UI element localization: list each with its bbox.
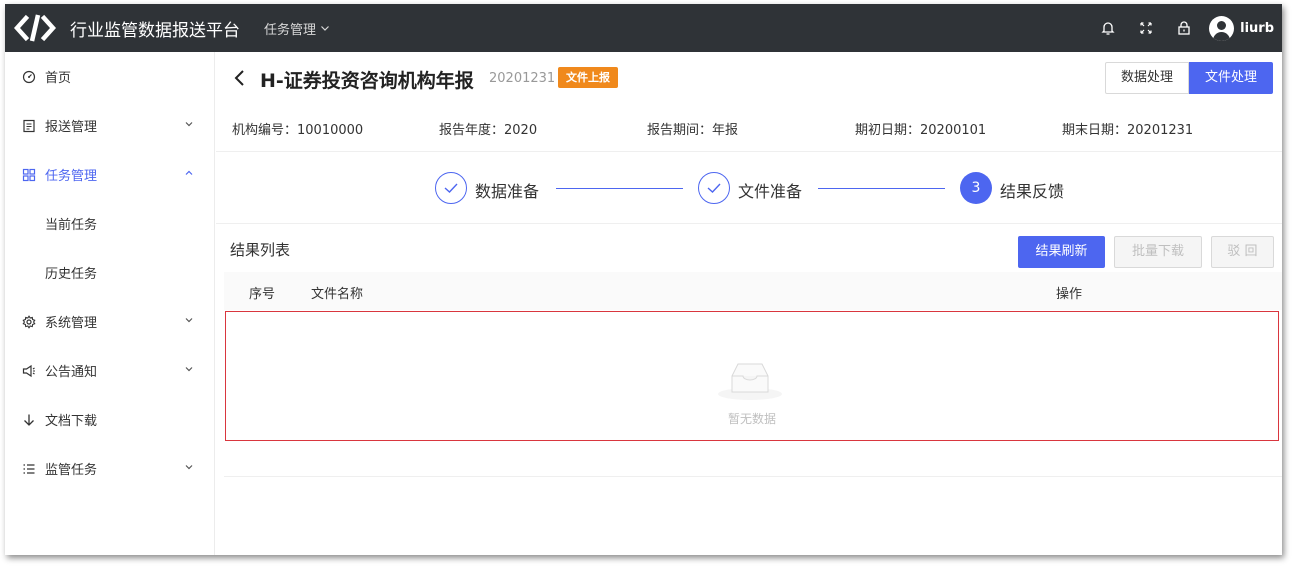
step-number-current: 3 (960, 172, 992, 204)
username: liurb (1240, 20, 1274, 36)
step-connector (556, 188, 683, 189)
empty-inbox-icon (717, 356, 783, 402)
app-title: 行业监管数据报送平台 (70, 20, 240, 41)
status-badge: 文件上报 (558, 67, 618, 88)
top-right-tools: liurb (1089, 4, 1274, 52)
top-menu-label: 任务管理 (264, 22, 317, 38)
processing-toggle: 数据处理 文件处理 (1104, 62, 1273, 94)
page-title: H-证券投资咨询机构年报 (260, 70, 474, 92)
sidebar-item-home[interactable]: 首页 (5, 52, 214, 101)
report-year: 报告年度：2020 (439, 123, 538, 138)
sidebar-item-label: 历史任务 (45, 267, 98, 282)
report-icon (21, 118, 37, 134)
chevron-down-icon (185, 122, 193, 127)
avatar (1209, 15, 1235, 41)
org-code: 机构编号：10010000 (232, 123, 364, 138)
chevron-down-icon (185, 465, 193, 470)
end-date: 期末日期：20201231 (1062, 123, 1194, 138)
step-label-result-feedback: 结果反馈 (1000, 182, 1065, 201)
top-bar: 行业监管数据报送平台 任务管理 liurb (5, 4, 1282, 52)
gear-icon (21, 314, 37, 330)
sidebar-item-label: 系统管理 (45, 316, 98, 331)
lock-icon[interactable] (1165, 4, 1203, 52)
sidebar-item-label: 文档下载 (45, 414, 98, 429)
bell-icon[interactable] (1089, 4, 1127, 52)
page-header: H-证券投资咨询机构年报 20201231 文件上报 数据处理 文件处理 (216, 52, 1282, 104)
sidebar: 首页 报送管理 任务管理 当前任务 历史任务 系统管理 公告通知 文档下载 监管… (5, 52, 215, 555)
column-header-file-name: 文件名称 (311, 287, 364, 302)
dashboard-icon (21, 69, 37, 85)
sidebar-item-label: 报送管理 (45, 120, 98, 135)
user-menu[interactable]: liurb (1209, 15, 1274, 41)
chevron-down-icon (321, 26, 329, 31)
start-date: 期初日期：20200101 (855, 123, 987, 138)
check-icon (698, 172, 730, 204)
download-icon (21, 412, 37, 428)
empty-text: 暂无数据 (727, 412, 776, 426)
megaphone-icon (21, 363, 37, 379)
app-window: 行业监管数据报送平台 任务管理 liurb 首页 报送管理 任务管理 当前任务 … (5, 4, 1282, 555)
sidebar-item-label: 任务管理 (45, 169, 98, 184)
sidebar-item-document-download[interactable]: 文档下载 (5, 395, 214, 444)
empty-table: 暂无数据 (225, 311, 1279, 441)
main-content: H-证券投资咨询机构年报 20201231 文件上报 数据处理 文件处理 机构编… (216, 52, 1282, 555)
sidebar-item-supervision-tasks[interactable]: 监管任务 (5, 444, 214, 493)
chevron-down-icon (185, 318, 193, 323)
batch-download-button[interactable]: 批量下载 (1114, 236, 1202, 268)
step-label-data-prep: 数据准备 (475, 182, 540, 201)
chevron-down-icon (185, 367, 193, 372)
step-connector (818, 188, 945, 189)
check-icon (435, 172, 467, 204)
report-info: 机构编号：10010000 报告年度：2020 报告期间：年报 期初日期：202… (216, 104, 1282, 152)
progress-steps: 数据准备 文件准备 3 结果反馈 (216, 152, 1282, 224)
result-list-title: 结果列表 (230, 241, 291, 259)
column-header-index: 序号 (249, 287, 276, 302)
chevron-up-icon (185, 170, 193, 175)
file-processing-button[interactable]: 文件处理 (1188, 62, 1273, 94)
list-icon (21, 461, 37, 477)
top-menu-task-management[interactable]: 任务管理 (264, 19, 330, 38)
code-logo-icon (13, 13, 57, 43)
sidebar-item-current-tasks[interactable]: 当前任务 (5, 199, 214, 248)
data-processing-button[interactable]: 数据处理 (1104, 62, 1189, 94)
sidebar-item-announcements[interactable]: 公告通知 (5, 346, 214, 395)
sidebar-item-task-management[interactable]: 任务管理 (5, 150, 214, 199)
sidebar-item-report-management[interactable]: 报送管理 (5, 101, 214, 150)
refresh-results-button[interactable]: 结果刷新 (1018, 236, 1105, 268)
sidebar-item-system-management[interactable]: 系统管理 (5, 297, 214, 346)
report-date: 20201231 (489, 71, 556, 86)
back-arrow-icon[interactable] (233, 69, 249, 87)
sidebar-item-label: 当前任务 (45, 218, 98, 233)
reject-button[interactable]: 驳 回 (1211, 236, 1274, 268)
fullscreen-icon[interactable] (1127, 4, 1165, 52)
divider (224, 476, 1282, 477)
grid-icon (21, 167, 37, 183)
sidebar-item-history-tasks[interactable]: 历史任务 (5, 248, 214, 297)
report-period: 报告期间：年报 (647, 123, 739, 138)
table-header: 序号 文件名称 操作 (224, 272, 1282, 310)
sidebar-item-label: 首页 (45, 71, 72, 86)
column-header-actions: 操作 (1056, 287, 1083, 302)
sidebar-item-label: 公告通知 (45, 365, 98, 380)
sidebar-item-label: 监管任务 (45, 463, 98, 478)
step-label-file-prep: 文件准备 (738, 182, 803, 201)
